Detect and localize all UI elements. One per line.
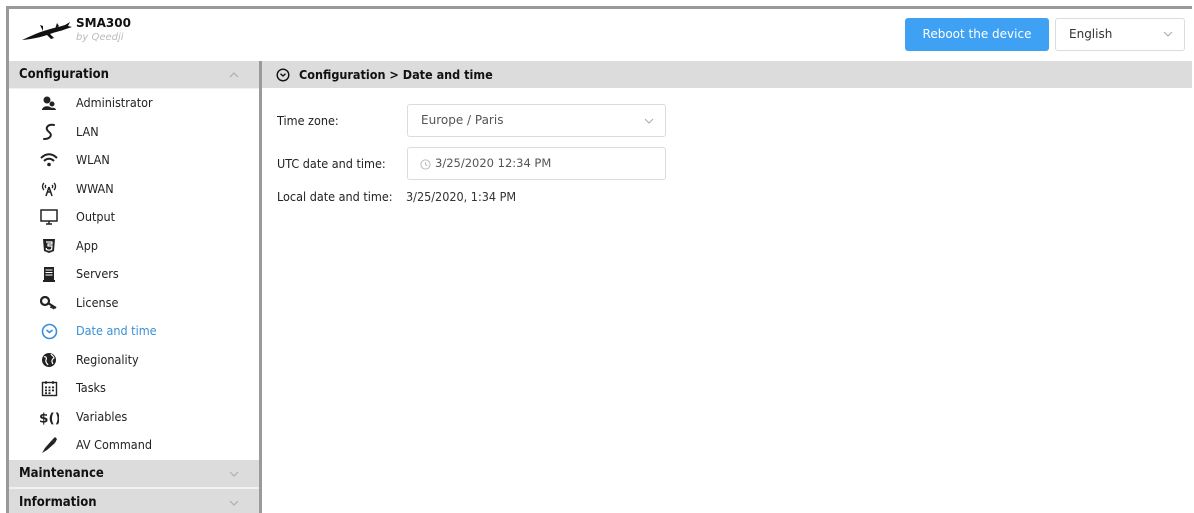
- utc-datetime-label: UTC date and time:: [277, 156, 386, 171]
- app-window: SMA300 by Qeedji Reboot the device Engli…: [6, 6, 1192, 513]
- sidebar-item-label: App: [76, 237, 98, 253]
- sidebar-divider: [259, 61, 262, 513]
- sidebar-section-information[interactable]: Information: [9, 489, 259, 513]
- sidebar-item-label: Servers: [76, 266, 119, 281]
- main-header: Configuration > Date and time: [262, 61, 1192, 88]
- sidebar-item-lan[interactable]: LAN: [9, 118, 259, 147]
- monitor-icon: [39, 208, 59, 226]
- language-value: English: [1069, 27, 1113, 41]
- html5-icon: [39, 237, 59, 255]
- sidebar-item-administrator[interactable]: Administrator: [9, 89, 259, 118]
- variables-icon: $(): [39, 408, 59, 426]
- sidebar-item-label: Variables: [76, 408, 128, 424]
- sidebar-item-label: Administrator: [76, 95, 153, 110]
- local-datetime-label: Local date and time:: [277, 189, 393, 204]
- logo: SMA300 by Qeedji: [21, 15, 181, 51]
- svg-text:$(): $(): [39, 410, 59, 426]
- timezone-label: Time zone:: [277, 113, 339, 128]
- sidebar-item-date-and-time[interactable]: Date and time: [9, 317, 259, 346]
- sidebar-item-label: WWAN: [76, 180, 114, 196]
- brand-subtitle: by Qeedji: [76, 32, 124, 43]
- section-label: Information: [19, 495, 97, 510]
- chevron-down-icon: [229, 500, 239, 506]
- sidebar-item-wlan[interactable]: WLAN: [9, 146, 259, 175]
- wifi-icon: [39, 151, 59, 169]
- sidebar-item-wwan[interactable]: WWAN: [9, 175, 259, 204]
- sidebar-item-output[interactable]: Output: [9, 203, 259, 232]
- utc-datetime-value: 3/25/2020 12:34 PM: [435, 156, 552, 170]
- server-icon: [39, 265, 59, 283]
- reboot-button[interactable]: Reboot the device: [905, 18, 1049, 51]
- language-select[interactable]: English: [1055, 18, 1185, 51]
- key-icon: [39, 294, 59, 312]
- breadcrumb: Configuration > Date and time: [299, 67, 493, 82]
- sidebar-item-label: LAN: [76, 123, 99, 139]
- sidebar-item-label: Date and time: [76, 323, 157, 338]
- clock-icon: [39, 322, 59, 340]
- section-label: Configuration: [19, 67, 109, 82]
- sidebar-section-maintenance[interactable]: Maintenance: [9, 460, 259, 487]
- pen-icon: [39, 436, 59, 454]
- sidebar-item-label: AV Command: [76, 437, 152, 452]
- chevron-down-icon: [229, 471, 239, 477]
- section-label: Maintenance: [19, 466, 104, 481]
- sidebar-item-tasks[interactable]: Tasks: [9, 374, 259, 403]
- sidebar-item-label: Regionality: [76, 351, 139, 367]
- chevron-down-icon: [644, 118, 654, 124]
- lan-icon: [39, 123, 59, 141]
- sidebar-section-configuration[interactable]: Configuration: [9, 61, 259, 88]
- clock-icon: [420, 159, 431, 170]
- lizard-logo-icon: [22, 22, 72, 40]
- calendar-icon: [39, 379, 59, 397]
- utc-datetime-input[interactable]: 3/25/2020 12:34 PM: [407, 147, 666, 180]
- sidebar-item-regionality[interactable]: Regionality: [9, 346, 259, 375]
- brand-name: SMA300: [76, 16, 131, 30]
- sidebar-item-av-command[interactable]: AV Command: [9, 431, 259, 460]
- configuration-menu: Administrator LAN WLAN WWAN Output App S…: [9, 89, 259, 460]
- sidebar-item-servers[interactable]: Servers: [9, 260, 259, 289]
- clock-icon: [276, 68, 290, 82]
- sidebar-item-app[interactable]: App: [9, 232, 259, 261]
- sidebar-item-label: Tasks: [76, 380, 106, 395]
- timezone-value: Europe / Paris: [421, 113, 504, 127]
- sidebar-item-label: Output: [76, 209, 116, 224]
- timezone-select[interactable]: Europe / Paris: [407, 104, 666, 137]
- antenna-icon: [39, 180, 59, 198]
- globe-icon: [39, 351, 59, 369]
- local-datetime-value: 3/25/2020, 1:34 PM: [406, 189, 517, 204]
- top-bar: SMA300 by Qeedji Reboot the device Engli…: [9, 9, 1192, 57]
- sidebar-item-label: WLAN: [76, 152, 110, 167]
- chevron-down-icon: [1163, 31, 1173, 37]
- sidebar-item-license[interactable]: License: [9, 289, 259, 318]
- sidebar: Configuration Administrator LAN WLAN WWA…: [9, 61, 259, 513]
- sidebar-item-label: License: [76, 294, 119, 310]
- administrator-icon: [39, 94, 59, 112]
- sidebar-item-variables[interactable]: $() Variables: [9, 403, 259, 432]
- chevron-up-icon: [229, 72, 239, 78]
